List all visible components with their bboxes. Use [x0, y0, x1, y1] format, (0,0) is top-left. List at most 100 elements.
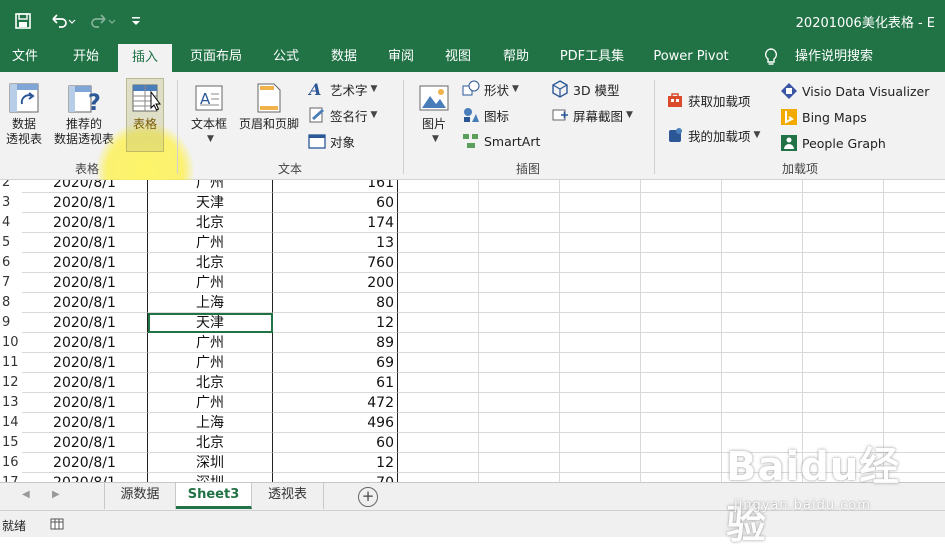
empty-cell[interactable] — [884, 333, 945, 353]
empty-cell[interactable] — [641, 233, 722, 253]
value-cell[interactable]: 80 — [273, 293, 398, 313]
empty-cell[interactable] — [884, 413, 945, 433]
undo-icon[interactable] — [46, 10, 80, 32]
empty-cell[interactable] — [803, 313, 884, 333]
empty-cell[interactable] — [560, 353, 641, 373]
row-header[interactable]: 14 — [0, 413, 22, 433]
empty-cell[interactable] — [398, 333, 479, 353]
city-cell[interactable]: 广州 — [148, 333, 273, 353]
save-icon[interactable] — [12, 10, 34, 32]
empty-cell[interactable] — [641, 273, 722, 293]
empty-cell[interactable] — [479, 373, 560, 393]
empty-cell[interactable] — [884, 313, 945, 333]
empty-cell[interactable] — [803, 193, 884, 213]
city-cell[interactable]: 深圳 — [148, 473, 273, 482]
signature-line-button[interactable]: 签名行 ▼ — [308, 104, 377, 126]
empty-cell[interactable] — [884, 233, 945, 253]
header-footer-button[interactable]: 页眉和页脚 — [234, 82, 304, 132]
empty-cell[interactable] — [398, 353, 479, 373]
empty-cell[interactable] — [722, 413, 803, 433]
empty-cell[interactable] — [884, 193, 945, 213]
empty-cell[interactable] — [398, 233, 479, 253]
tab-data[interactable]: 数据 — [322, 42, 366, 72]
empty-cell[interactable] — [479, 193, 560, 213]
empty-cell[interactable] — [398, 393, 479, 413]
empty-cell[interactable] — [479, 180, 560, 193]
empty-cell[interactable] — [884, 273, 945, 293]
tab-page-layout[interactable]: 页面布局 — [184, 42, 248, 72]
value-cell[interactable]: 89 — [273, 333, 398, 353]
macro-record-icon[interactable] — [50, 517, 64, 535]
visio-visualizer-button[interactable]: Visio Data Visualizer — [780, 80, 929, 102]
empty-cell[interactable] — [803, 233, 884, 253]
empty-cell[interactable] — [560, 273, 641, 293]
empty-cell[interactable] — [398, 213, 479, 233]
empty-cell[interactable] — [479, 213, 560, 233]
date-cell[interactable]: 2020/8/1 — [22, 180, 148, 193]
wordart-button[interactable]: A 艺术字 ▼ — [307, 78, 377, 100]
empty-cell[interactable] — [560, 293, 641, 313]
empty-cell[interactable] — [479, 453, 560, 473]
city-cell[interactable]: 上海 — [148, 293, 273, 313]
row-header[interactable]: 12 — [0, 373, 22, 393]
shapes-button[interactable]: 形状 ▼ — [462, 78, 519, 100]
date-cell[interactable]: 2020/8/1 — [22, 213, 148, 233]
row-header[interactable]: 3 — [0, 193, 22, 213]
empty-cell[interactable] — [398, 433, 479, 453]
smartart-button[interactable]: SmartArt — [462, 130, 540, 152]
value-cell[interactable]: 12 — [273, 313, 398, 333]
empty-cell[interactable] — [641, 433, 722, 453]
city-cell[interactable]: 北京 — [148, 253, 273, 273]
empty-cell[interactable] — [722, 373, 803, 393]
empty-cell[interactable] — [398, 373, 479, 393]
empty-cell[interactable] — [398, 253, 479, 273]
date-cell[interactable]: 2020/8/1 — [22, 373, 148, 393]
row-header[interactable]: 7 — [0, 273, 22, 293]
empty-cell[interactable] — [398, 193, 479, 213]
date-cell[interactable]: 2020/8/1 — [22, 233, 148, 253]
icons-button[interactable]: 图标 — [462, 104, 509, 126]
city-cell[interactable]: 天津 — [148, 193, 273, 213]
customize-qat-icon[interactable] — [128, 10, 144, 32]
empty-cell[interactable] — [803, 213, 884, 233]
value-cell[interactable]: 61 — [273, 373, 398, 393]
tell-me-search[interactable]: 操作说明搜索 — [786, 42, 882, 72]
empty-cell[interactable] — [722, 273, 803, 293]
date-cell[interactable]: 2020/8/1 — [22, 253, 148, 273]
empty-cell[interactable] — [641, 413, 722, 433]
row-header[interactable]: 5 — [0, 233, 22, 253]
value-cell[interactable]: 472 — [273, 393, 398, 413]
city-cell[interactable]: 广州 — [148, 180, 273, 193]
city-cell[interactable]: 北京 — [148, 213, 273, 233]
empty-cell[interactable] — [884, 180, 945, 193]
empty-cell[interactable] — [722, 333, 803, 353]
empty-cell[interactable] — [560, 413, 641, 433]
city-cell[interactable]: 北京 — [148, 433, 273, 453]
empty-cell[interactable] — [803, 273, 884, 293]
empty-cell[interactable] — [884, 393, 945, 413]
date-cell[interactable]: 2020/8/1 — [22, 393, 148, 413]
prev-sheet-icon[interactable]: ◀ — [22, 489, 30, 500]
empty-cell[interactable] — [479, 393, 560, 413]
empty-cell[interactable] — [803, 413, 884, 433]
row-header[interactable]: 11 — [0, 353, 22, 373]
3d-models-button[interactable]: 3D 模型 — [551, 78, 620, 100]
value-cell[interactable]: 760 — [273, 253, 398, 273]
value-cell[interactable]: 13 — [273, 233, 398, 253]
empty-cell[interactable] — [722, 353, 803, 373]
empty-cell[interactable] — [884, 213, 945, 233]
city-cell[interactable]: 广州 — [148, 273, 273, 293]
empty-cell[interactable] — [560, 313, 641, 333]
value-cell[interactable]: 12 — [273, 453, 398, 473]
next-sheet-icon[interactable]: ▶ — [52, 489, 60, 500]
row-header[interactable]: 6 — [0, 253, 22, 273]
redo-icon[interactable] — [86, 10, 120, 32]
empty-cell[interactable] — [479, 273, 560, 293]
value-cell[interactable]: 70 — [273, 473, 398, 482]
row-header[interactable]: 10 — [0, 333, 22, 353]
empty-cell[interactable] — [560, 233, 641, 253]
bing-maps-button[interactable]: Bing Maps — [780, 106, 867, 128]
empty-cell[interactable] — [560, 180, 641, 193]
row-header[interactable]: 13 — [0, 393, 22, 413]
empty-cell[interactable] — [803, 353, 884, 373]
